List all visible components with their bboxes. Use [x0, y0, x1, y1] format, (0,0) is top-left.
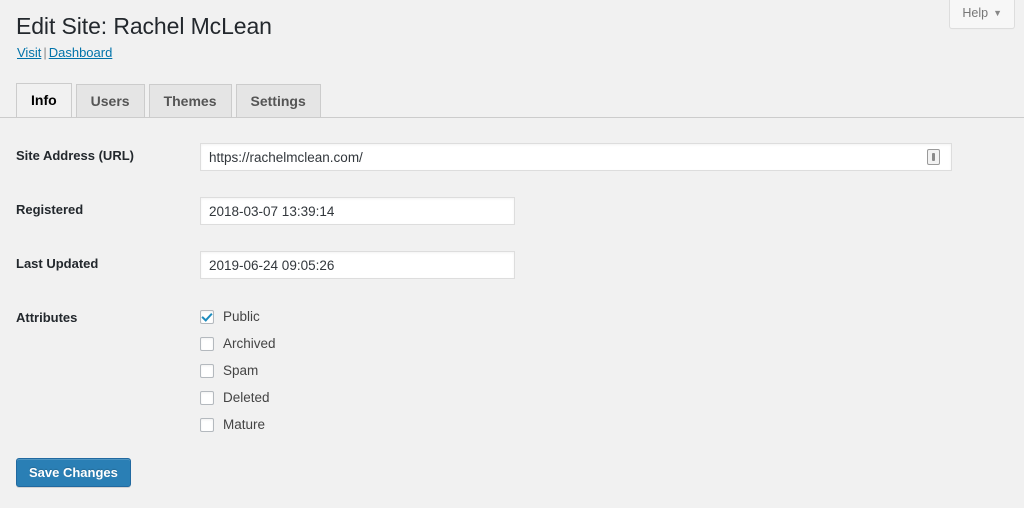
tab-settings[interactable]: Settings	[235, 84, 321, 118]
attribute-option-public[interactable]: Public	[200, 303, 1024, 330]
attribute-option-deleted[interactable]: Deleted	[200, 384, 1024, 411]
registered-field-cell	[200, 184, 1024, 238]
attribute-option-mature[interactable]: Mature	[200, 411, 1024, 438]
help-button[interactable]: Help ▼	[949, 0, 1015, 29]
checkbox-label-archived: Archived	[223, 336, 276, 351]
tab-users[interactable]: Users	[75, 84, 145, 118]
page-title: Edit Site: Rachel McLean	[16, 13, 272, 39]
chevron-down-icon: ▼	[993, 8, 1002, 18]
help-button-label: Help	[962, 6, 989, 20]
save-changes-button[interactable]: Save Changes	[16, 458, 131, 487]
form-row-site-address: Site Address (URL)	[0, 130, 1024, 184]
form-row-attributes: Attributes Public Archived Spam Deleted …	[0, 292, 1024, 451]
tab-divider	[0, 117, 1024, 118]
last-updated-input[interactable]	[200, 251, 515, 279]
last-updated-field-cell	[200, 238, 1024, 292]
site-address-label: Site Address (URL)	[16, 148, 134, 163]
autofill-icon[interactable]	[927, 149, 940, 165]
dashboard-link[interactable]: Dashboard	[49, 45, 113, 60]
help-tab-container: Help ▼	[949, 0, 1015, 29]
form-row-last-updated: Last Updated	[0, 238, 1024, 292]
tab-themes[interactable]: Themes	[148, 84, 232, 118]
checkbox-public[interactable]	[200, 309, 214, 324]
attributes-label: Attributes	[16, 310, 78, 325]
submit-area: Save Changes	[16, 458, 131, 487]
attribute-option-archived[interactable]: Archived	[200, 330, 1024, 357]
checkbox-spam[interactable]	[200, 363, 214, 378]
site-address-field-cell	[200, 130, 1024, 184]
site-info-form: Site Address (URL) Registered Last Updat…	[0, 130, 1024, 451]
visit-link[interactable]: Visit	[17, 45, 41, 60]
site-links: Visit | Dashboard	[17, 45, 112, 61]
link-separator: |	[43, 45, 47, 60]
registered-input[interactable]	[200, 197, 515, 225]
form-row-registered: Registered	[0, 184, 1024, 238]
checkbox-mature[interactable]	[200, 417, 214, 432]
checkbox-deleted[interactable]	[200, 390, 214, 405]
last-updated-label: Last Updated	[16, 256, 99, 271]
checkbox-label-mature: Mature	[223, 417, 266, 432]
checkbox-label-public: Public	[223, 309, 260, 324]
site-address-input[interactable]	[200, 143, 952, 171]
tab-info[interactable]: Info	[16, 83, 72, 118]
checkbox-label-deleted: Deleted	[223, 390, 270, 405]
attribute-option-spam[interactable]: Spam	[200, 357, 1024, 384]
attributes-field-cell: Public Archived Spam Deleted Mature	[200, 292, 1024, 451]
registered-label: Registered	[16, 202, 84, 217]
checkbox-label-spam: Spam	[223, 363, 259, 378]
checkbox-archived[interactable]	[200, 336, 214, 351]
tab-bar: Info Users Themes Settings	[16, 82, 325, 118]
